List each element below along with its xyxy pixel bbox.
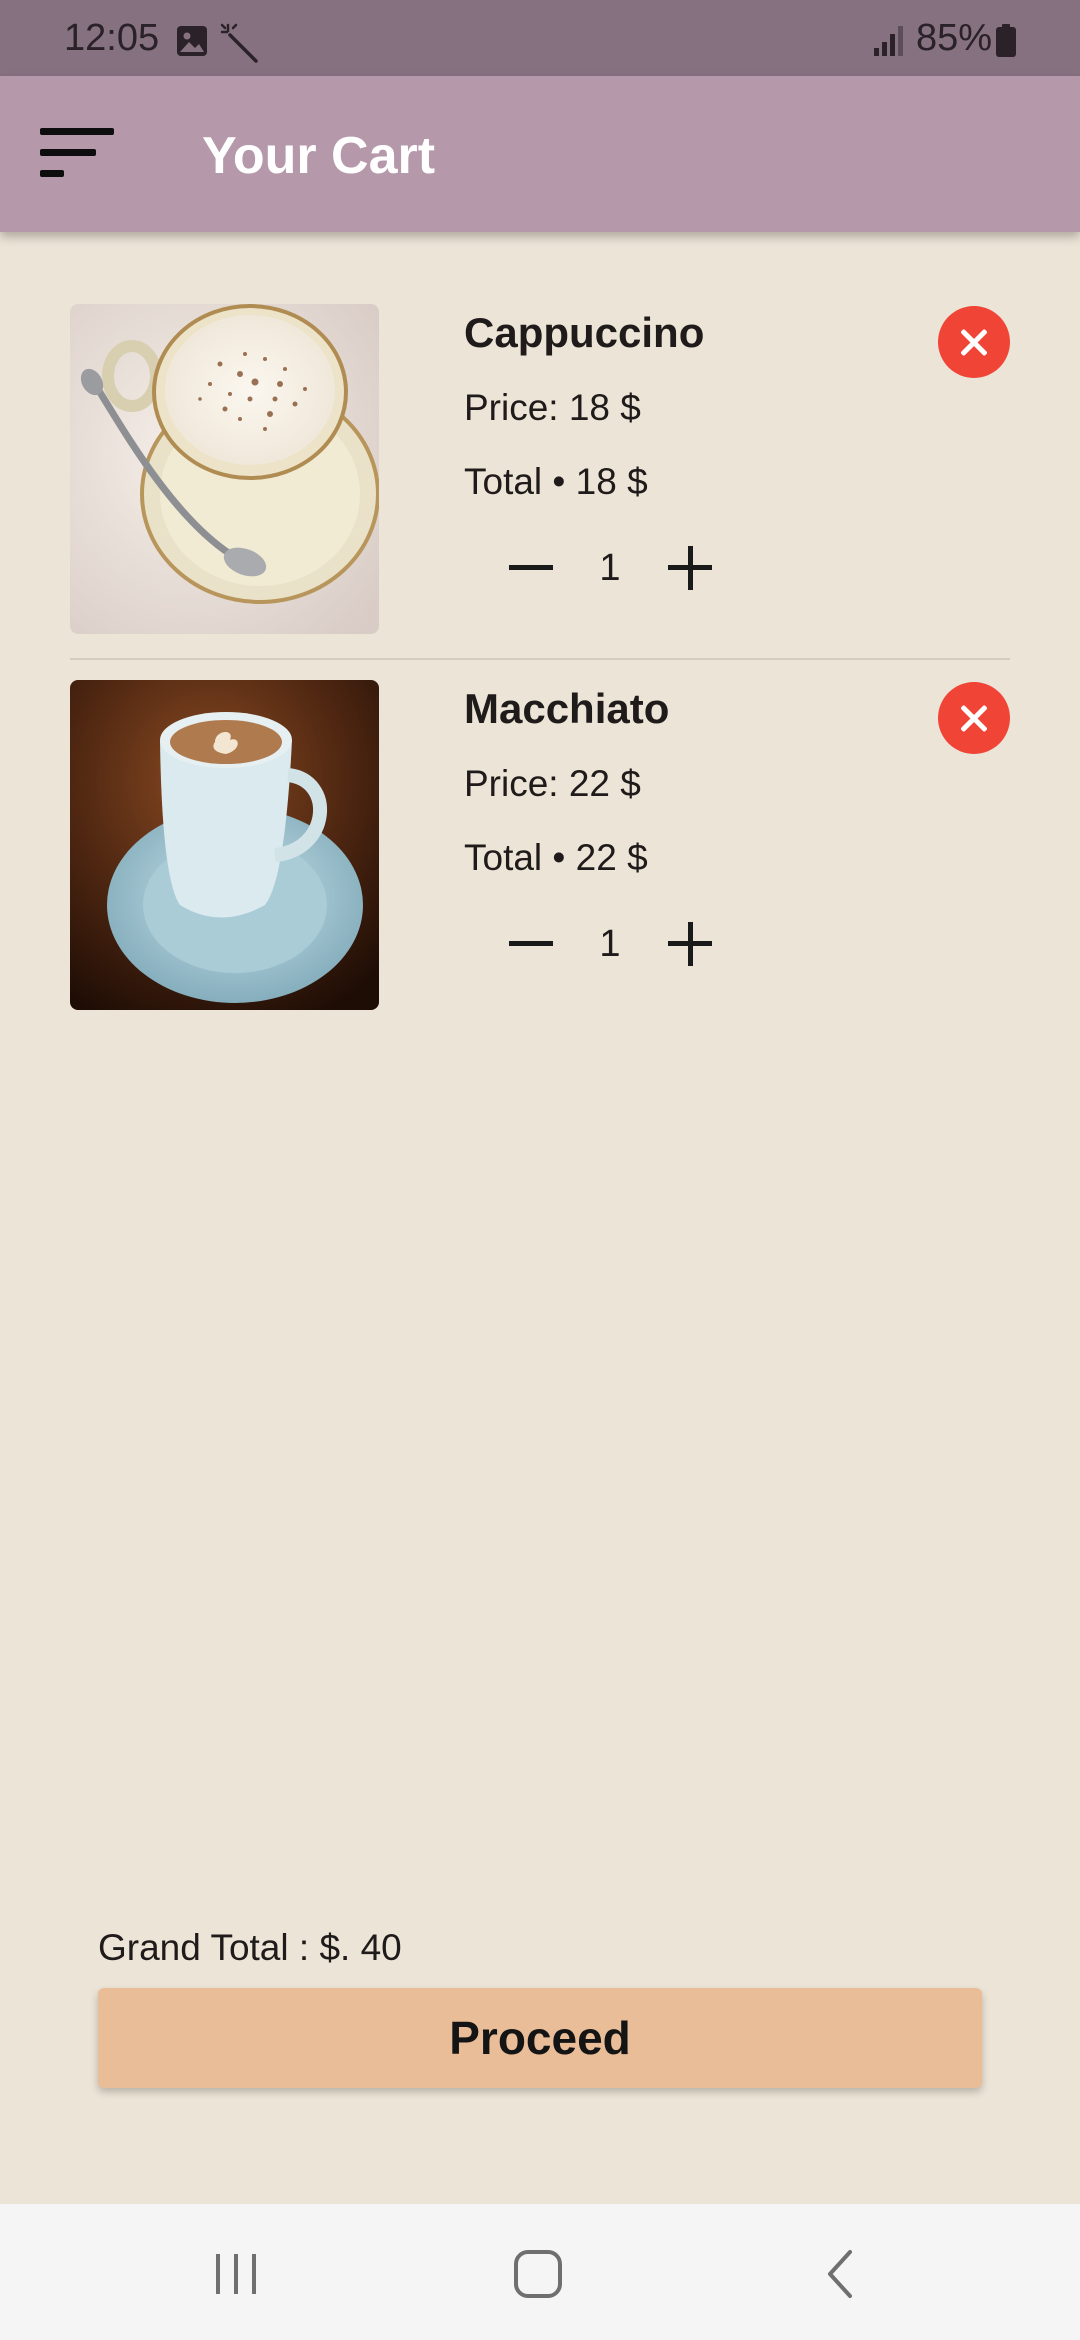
- home-icon[interactable]: [510, 2246, 566, 2302]
- back-icon[interactable]: [814, 2246, 870, 2302]
- app-bar: Your Cart: [0, 76, 1080, 232]
- remove-item-button[interactable]: [938, 306, 1010, 378]
- divider: [70, 658, 1010, 660]
- cart-item: Cappuccino Price: 18 $ Total • 18 $ 1: [70, 304, 1010, 634]
- magic-wand-icon: [220, 23, 258, 63]
- page-title: Your Cart: [202, 127, 436, 185]
- grand-total: Grand Total : $. 40: [98, 1927, 402, 1968]
- battery-percentage: 85%: [916, 17, 993, 59]
- increase-quantity-button[interactable]: [664, 918, 716, 970]
- remove-item-button[interactable]: [938, 682, 1010, 754]
- item-price: Price: 18 $: [464, 387, 641, 428]
- item-name: Cappuccino: [464, 309, 705, 356]
- cappuccino-image: [70, 304, 379, 634]
- signal-icon: [874, 26, 903, 56]
- cart-item: Macchiato Price: 22 $ Total • 22 $ 1: [70, 680, 1010, 1010]
- proceed-button[interactable]: Proceed: [98, 1988, 982, 2088]
- quantity-value: 1: [599, 923, 621, 965]
- decrease-quantity-button[interactable]: [505, 542, 557, 594]
- menu-icon[interactable]: [40, 126, 116, 180]
- item-total: Total • 22 $: [464, 837, 648, 878]
- macchiato-image: [70, 680, 379, 1010]
- photo-icon: [177, 26, 207, 56]
- quantity-value: 1: [599, 547, 621, 589]
- item-name: Macchiato: [464, 685, 670, 732]
- item-total: Total • 18 $: [464, 461, 648, 502]
- decrease-quantity-button[interactable]: [505, 918, 557, 970]
- increase-quantity-button[interactable]: [664, 542, 716, 594]
- recent-apps-icon[interactable]: [208, 2246, 264, 2302]
- status-bar: 12:05 85%: [0, 0, 1080, 76]
- item-price: Price: 22 $: [464, 763, 641, 804]
- navigation-bar: [0, 2204, 1080, 2340]
- status-time: 12:05: [64, 17, 160, 59]
- battery-icon: [996, 24, 1016, 57]
